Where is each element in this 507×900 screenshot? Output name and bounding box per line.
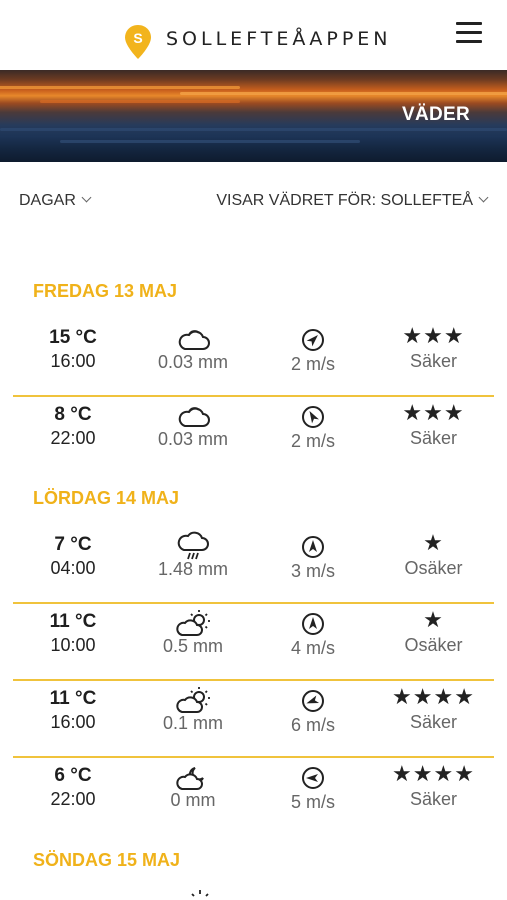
forecast-row: 7 °C 04:00 1.48 mm 3 m/s ★ Osäker [13,525,494,604]
chevron-down-icon [478,192,489,203]
wind-direction-icon [302,690,324,712]
temperature: 7 °C [54,534,92,555]
wind-speed: 3 m/s [290,561,335,581]
precipitation: 1.48 mm [157,559,229,579]
reliability-stars: ★★★★ [392,761,475,786]
wind-direction-icon [302,536,324,558]
temperature: 8 °C [54,404,92,425]
days-dropdown-label: DAGAR [19,192,76,209]
reliability-stars: ★ [423,530,444,555]
app-header: S SOLLEFTEÅAPPEN [0,0,507,70]
wind-direction-icon [302,406,324,428]
forecast-row: 15 °C 16:00 0.03 mm 2 m/s ★★★ Säker [13,318,494,397]
menu-icon[interactable] [456,20,484,44]
temperature: 15 °C [49,327,97,348]
wind-speed: 2 m/s [290,431,335,451]
sun-icon [191,890,209,897]
day-heading: LÖRDAG 14 MAJ [33,488,180,508]
reliability-stars: ★★★ [402,323,465,348]
reliability-label: Säker [409,712,458,732]
forecast-row: 8 °C 22:00 0.03 mm 2 m/s ★★★ Säker [13,395,494,472]
wind-speed: 6 m/s [290,715,335,735]
precipitation: 0.03 mm [157,352,229,372]
precipitation: 0.03 mm [157,429,229,449]
hero-banner: VÄDER [0,70,507,162]
chevron-down-icon [81,192,92,203]
wind-direction-icon [302,613,324,635]
location-pin-logo-icon: S [125,25,151,59]
reliability-label: Osäker [404,558,463,578]
filter-bar: DAGAR VISAR VÄDRET FÖR: SOLLEFTEÅ [0,190,507,216]
wind-speed: 5 m/s [290,792,335,812]
wind-speed: 2 m/s [290,354,335,374]
wind-direction-icon [302,767,324,789]
precipitation: 0.5 mm [162,636,223,656]
precipitation: 0.1 mm [162,713,223,733]
forecast-row: 11 °C 16:00 0.1 mm 6 m/s ★★★★ Säker [13,679,494,758]
reliability-stars: ★★★ [402,400,465,425]
reliability-stars: ★★★★ [392,684,475,709]
reliability-label: Säker [409,789,458,809]
time: 22:00 [50,789,96,809]
location-dropdown-label: VISAR VÄDRET FÖR: SOLLEFTEÅ [216,192,473,209]
reliability-label: Osäker [404,635,463,655]
days-dropdown[interactable]: DAGAR [19,192,92,210]
temperature: 11 °C [49,611,97,632]
forecast-row: 6 °C 22:00 0 mm 5 m/s ★★★★ Säker [13,756,494,833]
logo-letter: S [133,30,142,46]
temperature: 11 °C [49,688,97,709]
precipitation: 0 mm [170,790,216,810]
time: 16:00 [50,712,96,732]
reliability-stars: ★ [423,607,444,632]
time: 10:00 [50,635,96,655]
location-dropdown[interactable]: VISAR VÄDRET FÖR: SOLLEFTEÅ [216,192,489,210]
forecast-row: 11 °C 10:00 0.5 mm 4 m/s ★ Osäker [13,602,494,681]
time: 16:00 [50,351,96,371]
time: 22:00 [50,428,96,448]
day-heading: SÖNDAG 15 MAJ [33,850,181,870]
day-heading: FREDAG 13 MAJ [33,281,178,301]
wind-direction-icon [302,329,324,351]
temperature: 6 °C [54,765,92,786]
wind-speed: 4 m/s [290,638,335,658]
reliability-label: Säker [409,351,458,371]
reliability-label: Säker [409,428,458,448]
page-title: VÄDER [401,104,470,125]
app-title: SOLLEFTEÅAPPEN [166,28,392,50]
time: 04:00 [50,558,96,578]
